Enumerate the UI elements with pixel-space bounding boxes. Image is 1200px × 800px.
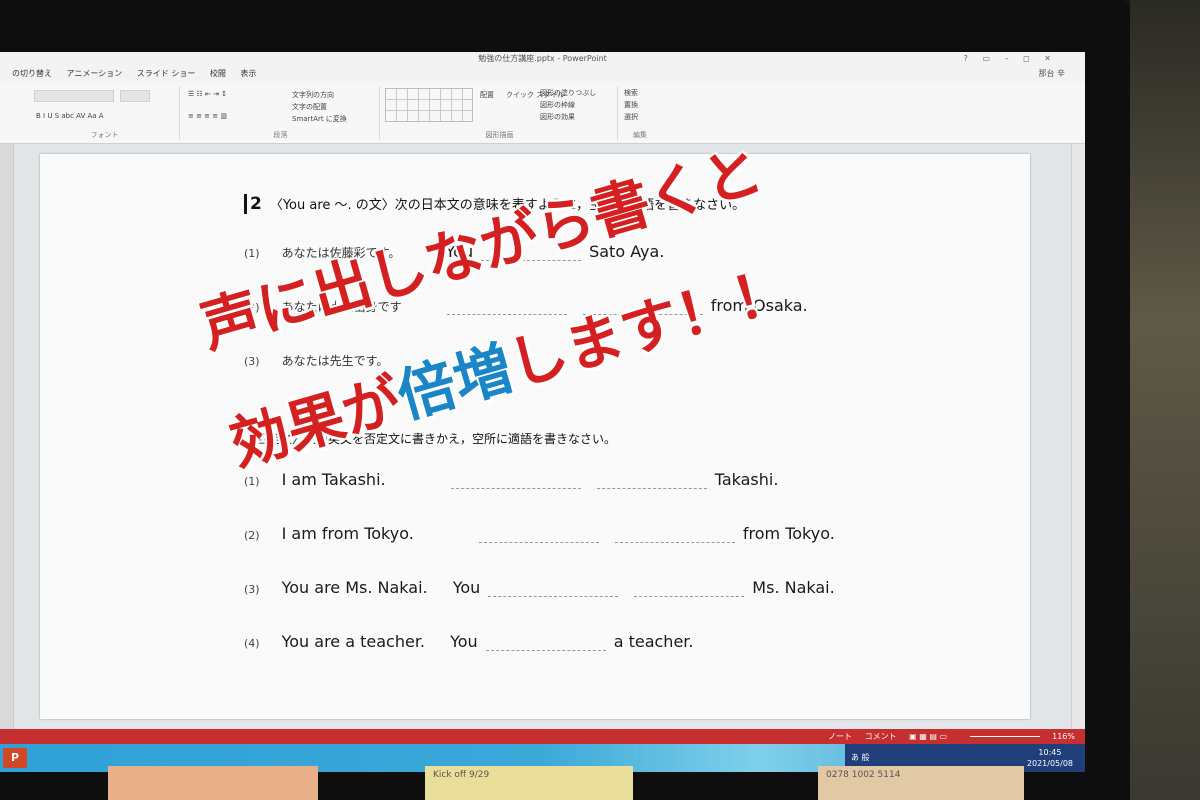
sticky-note: Kick off 9/29 xyxy=(425,766,633,800)
title-bar: 勉強の仕方講座.pptx - PowerPoint ? ▭ – ◻ ✕ xyxy=(0,52,1085,66)
clock[interactable]: 10:45 2021/05/08 xyxy=(1027,747,1073,769)
shape-outline-button[interactable]: 図形の枠線 xyxy=(540,100,575,110)
ribbon-group-font: B I U S abc AV Aa A フォント xyxy=(30,86,180,140)
answer-blank[interactable] xyxy=(634,583,745,597)
shapes-gallery[interactable] xyxy=(385,88,473,122)
notes-button[interactable]: ノート xyxy=(828,732,852,741)
font-size-box[interactable] xyxy=(120,90,150,102)
ime-indicator[interactable]: あ 般 xyxy=(851,752,870,763)
answer-blank[interactable] xyxy=(596,475,707,489)
align-buttons[interactable]: ≡ ≡ ≡ ≡ ▥ xyxy=(188,112,227,120)
answer-blank[interactable] xyxy=(488,583,619,597)
answer-blank[interactable] xyxy=(450,475,581,489)
ribbon-group-label: フォント xyxy=(90,131,119,139)
exercise-row: (4) You are a teacher. You a teacher. xyxy=(244,632,693,651)
font-format-buttons[interactable]: B I U S abc AV Aa A xyxy=(36,112,104,120)
english-sentence: I am from Tokyo. xyxy=(281,524,414,543)
clock-time: 10:45 xyxy=(1038,748,1062,757)
question-number: 2 xyxy=(244,194,262,214)
answer-prefix: You xyxy=(450,632,478,651)
sticky-note xyxy=(108,766,318,800)
ribbon-group-drawing: 配置 クイック スタイル 図形の塗りつぶし 図形の枠線 図形の効果 図形描画 xyxy=(382,86,618,140)
ribbon-group-label: 図形描画 xyxy=(485,131,514,139)
row-number: (3) xyxy=(244,583,260,596)
tab-slideshow[interactable]: スライド ショー xyxy=(137,66,196,82)
font-name-box[interactable] xyxy=(34,90,114,102)
select-button[interactable]: 選択 xyxy=(624,112,638,122)
status-bar: ノート コメント ▣ ▦ ▤ ▭ 116% xyxy=(0,729,1085,744)
english-sentence: You are a teacher. xyxy=(281,632,426,651)
vertical-scrollbar[interactable] xyxy=(1071,144,1085,729)
english-sentence: I am Takashi. xyxy=(281,470,386,489)
thumbnail-pane-edge[interactable] xyxy=(0,144,14,729)
window-controls[interactable]: ? ▭ – ◻ ✕ xyxy=(964,52,1057,66)
ribbon-group-label: 段落 xyxy=(273,131,288,139)
tab-animations[interactable]: アニメーション xyxy=(67,66,123,82)
answer-suffix: Takashi. xyxy=(714,470,779,489)
exercise-row: (1) I am Takashi. Takashi. xyxy=(244,470,778,489)
answer-blank[interactable] xyxy=(485,637,606,651)
list-buttons[interactable]: ☰ ☷ ⇤ ⇥ ↕ xyxy=(188,90,227,98)
user-name[interactable]: 那台 辛 xyxy=(1038,66,1065,82)
answer-suffix: a teacher. xyxy=(613,632,694,651)
text-direction-button[interactable]: 文字列の方向 xyxy=(292,90,334,100)
tab-transitions[interactable]: の切り替え xyxy=(12,66,52,82)
row-number: (1) xyxy=(244,247,260,260)
answer-blank[interactable] xyxy=(478,529,599,543)
zoom-slider[interactable] xyxy=(960,732,1040,741)
sticky-note: 0278 1002 5114 xyxy=(818,766,1024,800)
status-bar-right: ノート コメント ▣ ▦ ▤ ▭ 116% xyxy=(818,731,1075,742)
background-right xyxy=(1130,0,1200,800)
photo-stage: 勉強の仕方講座.pptx - PowerPoint ? ▭ – ◻ ✕ の切り替… xyxy=(0,0,1200,800)
align-text-button[interactable]: 文字の配置 xyxy=(292,102,327,112)
powerpoint-icon[interactable]: P xyxy=(3,748,27,768)
row-number: (3) xyxy=(244,355,260,368)
row-number: (2) xyxy=(244,529,260,542)
tab-review[interactable]: 校閲 xyxy=(210,66,226,82)
answer-prefix: You xyxy=(452,578,481,597)
answer-suffix: from Tokyo. xyxy=(742,524,835,543)
exercise-row: (3) You are Ms. Nakai. You Ms. Nakai. xyxy=(244,578,835,597)
monitor-screen: 勉強の仕方講座.pptx - PowerPoint ? ▭ – ◻ ✕ の切り替… xyxy=(0,52,1085,772)
comments-button[interactable]: コメント xyxy=(865,732,897,741)
exercise-row: (2) I am from Tokyo. from Tokyo. xyxy=(244,524,835,543)
ribbon-group-label: 編集 xyxy=(633,131,647,139)
shape-effects-button[interactable]: 図形の効果 xyxy=(540,112,575,122)
ribbon-group-editing: 検索 置換 選択 編集 xyxy=(620,86,660,140)
ribbon-tabs: の切り替え アニメーション スライド ショー 校閲 表示 那台 辛 xyxy=(0,66,1085,82)
clock-date: 2021/05/08 xyxy=(1026,759,1073,768)
replace-button[interactable]: 置換 xyxy=(624,100,638,110)
answer-blank[interactable] xyxy=(614,529,735,543)
zoom-level[interactable]: 116% xyxy=(1052,732,1075,741)
smartart-button[interactable]: SmartArt に変換 xyxy=(292,114,347,124)
answer-suffix: Ms. Nakai. xyxy=(752,578,835,597)
row-number: (4) xyxy=(244,637,260,650)
find-button[interactable]: 検索 xyxy=(624,88,638,98)
english-sentence: You are Ms. Nakai. xyxy=(281,578,428,597)
arrange-button[interactable]: 配置 xyxy=(480,90,494,100)
tab-view[interactable]: 表示 xyxy=(240,66,256,82)
view-buttons[interactable]: ▣ ▦ ▤ ▭ xyxy=(909,732,947,741)
ribbon-group-paragraph: ☰ ☷ ⇤ ⇥ ↕ 文字列の方向 文字の配置 SmartArt に変換 ≡ ≡ … xyxy=(182,86,380,140)
window-title: 勉強の仕方講座.pptx - PowerPoint xyxy=(478,54,607,63)
ribbon: B I U S abc AV Aa A フォント ☰ ☷ ⇤ ⇥ ↕ 文字列の方… xyxy=(0,82,1085,144)
shape-fill-button[interactable]: 図形の塗りつぶし xyxy=(540,88,596,98)
